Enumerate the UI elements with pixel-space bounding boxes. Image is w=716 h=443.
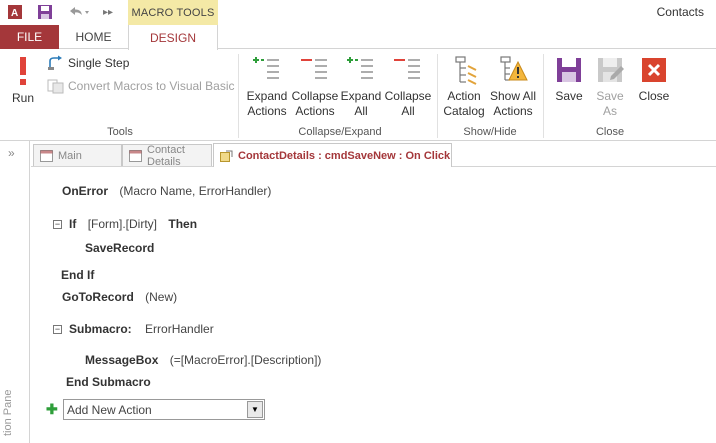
- if-condition: [Form].[Dirty]: [87, 217, 158, 231]
- action-name: GoToRecord: [62, 290, 134, 304]
- doc-tab-label: Contact Details: [147, 143, 185, 168]
- doc-tab-contact-details[interactable]: Contact Details: [122, 143, 212, 168]
- single-step-label: Single Step: [68, 56, 130, 70]
- customize-qat-icon[interactable]: ▸▸: [101, 3, 115, 21]
- close-button[interactable]: Close: [634, 54, 674, 104]
- group-separator: [543, 54, 544, 138]
- collapse-actions-label-1: Collapse: [291, 89, 339, 103]
- form-icon: [40, 149, 53, 162]
- window-title: Contacts: [656, 5, 704, 19]
- group-label-show-hide: Show/Hide: [463, 126, 517, 138]
- access-app-icon[interactable]: A: [6, 3, 24, 21]
- macro-line-gotorecord[interactable]: GoToRecord (New): [62, 290, 177, 304]
- expand-all-label-2: All: [354, 104, 368, 118]
- tab-file[interactable]: FILE: [0, 25, 59, 49]
- expand-all-icon: [345, 54, 377, 86]
- action-catalog-label-1: Action: [447, 89, 481, 103]
- expand-actions-label-2: Actions: [247, 104, 287, 118]
- macro-block-submacro[interactable]: Submacro: ErrorHandler: [69, 322, 214, 336]
- form-icon: [129, 149, 142, 162]
- end-if: End If: [61, 268, 94, 282]
- macro-line-saverecord[interactable]: SaveRecord: [85, 241, 154, 255]
- convert-macros-label: Convert Macros to Visual Basic: [68, 79, 235, 93]
- action-name: OnError: [62, 184, 109, 198]
- convert-macros-icon: [47, 79, 64, 94]
- doc-tab-label: ContactDetails : cmdSaveNew : On Click: [238, 149, 451, 162]
- macro-block-if[interactable]: If [Form].[Dirty] Then: [69, 217, 197, 231]
- collapse-all-label-2: All: [401, 104, 415, 118]
- action-catalog-icon: [448, 54, 480, 86]
- action-arguments: (=[MacroError].[Description]): [169, 353, 322, 367]
- if-keyword: If: [69, 217, 77, 231]
- show-all-actions-label-1: Show All: [489, 89, 537, 103]
- nav-pane-expand-icon[interactable]: »: [8, 146, 15, 160]
- save-ribbon-icon: [553, 54, 585, 86]
- macro-line-messagebox[interactable]: MessageBox (=[MacroError].[Description]): [85, 353, 321, 367]
- group-separator: [437, 54, 438, 138]
- action-catalog-label-2: Catalog: [443, 104, 485, 118]
- dropdown-arrow-icon[interactable]: ▼: [247, 401, 263, 418]
- expand-actions-icon: [251, 54, 283, 86]
- nav-pane-label: tion Pane: [2, 389, 14, 436]
- close-icon: [638, 54, 670, 86]
- end-submacro: End Submacro: [66, 375, 151, 389]
- submacro-keyword: Submacro:: [69, 322, 132, 336]
- expand-all-label-1: Expand: [340, 89, 382, 103]
- save-button[interactable]: Save: [551, 54, 587, 104]
- run-button[interactable]: Run: [8, 54, 38, 106]
- group-separator: [238, 54, 239, 138]
- collapse-actions-label-2: Actions: [295, 104, 335, 118]
- add-new-action-value: Add New Action: [67, 403, 152, 417]
- show-all-actions-icon: [497, 54, 529, 86]
- action-name: SaveRecord: [85, 241, 155, 255]
- add-new-action-dropdown[interactable]: Add New Action ▼: [63, 399, 265, 420]
- group-label-tools: Tools: [107, 126, 133, 138]
- end-if-keyword: End If: [61, 268, 95, 282]
- collapse-submacro-icon[interactable]: −: [53, 325, 62, 334]
- svg-text:A: A: [11, 8, 18, 19]
- collapse-actions-icon: [299, 54, 331, 86]
- tab-design[interactable]: DESIGN: [128, 25, 218, 50]
- single-step-button[interactable]: Single Step: [47, 55, 129, 71]
- undo-icon[interactable]: [66, 3, 92, 21]
- doc-tab-label: Main: [58, 149, 82, 162]
- group-label-collapse-expand: Collapse/Expand: [298, 126, 382, 138]
- expand-actions-button[interactable]: Expand Actions: [245, 54, 289, 119]
- save-as-label-2: As: [602, 104, 617, 118]
- action-catalog-button[interactable]: Action Catalog: [442, 54, 486, 119]
- save-as-label-1: Save: [596, 89, 624, 103]
- action-name: MessageBox: [85, 353, 159, 367]
- group-label-close: Close: [595, 126, 625, 138]
- macro-line-onerror[interactable]: OnError (Macro Name, ErrorHandler): [62, 184, 271, 198]
- collapse-actions-button[interactable]: Collapse Actions: [291, 54, 339, 119]
- expand-actions-label-1: Expand: [246, 89, 288, 103]
- collapse-all-label-1: Collapse: [384, 89, 432, 103]
- run-label: Run: [11, 91, 34, 105]
- submacro-name: ErrorHandler: [145, 322, 214, 336]
- doc-tab-cmdsavenew-onclick[interactable]: ContactDetails : cmdSaveNew : On Click: [213, 143, 452, 167]
- save-label: Save: [555, 89, 583, 103]
- expand-all-button[interactable]: Expand All: [340, 54, 382, 119]
- collapse-if-icon[interactable]: −: [53, 220, 62, 229]
- add-action-plus-icon: ✚: [46, 401, 58, 417]
- then-keyword: Then: [168, 217, 198, 231]
- single-step-icon: [48, 55, 62, 70]
- save-as-button[interactable]: Save As: [592, 54, 628, 119]
- action-arguments: (Macro Name, ErrorHandler): [119, 184, 272, 198]
- show-all-actions-label-2: Actions: [493, 104, 533, 118]
- end-submacro-keyword: End Submacro: [66, 375, 151, 389]
- action-arguments: (New): [145, 290, 178, 304]
- save-icon[interactable]: [36, 3, 54, 21]
- doc-tab-main[interactable]: Main: [33, 144, 122, 166]
- tab-home[interactable]: HOME: [59, 25, 128, 49]
- run-icon: [13, 54, 33, 88]
- macro-tools-context-header: MACRO TOOLS: [128, 0, 218, 25]
- macro-icon: [220, 150, 233, 162]
- show-all-actions-button[interactable]: Show All Actions: [488, 54, 538, 119]
- collapse-all-icon: [392, 54, 424, 86]
- convert-macros-button[interactable]: Convert Macros to Visual Basic: [47, 78, 235, 94]
- close-label: Close: [638, 89, 670, 103]
- save-as-icon: [594, 54, 626, 86]
- collapse-all-button[interactable]: Collapse All: [384, 54, 432, 119]
